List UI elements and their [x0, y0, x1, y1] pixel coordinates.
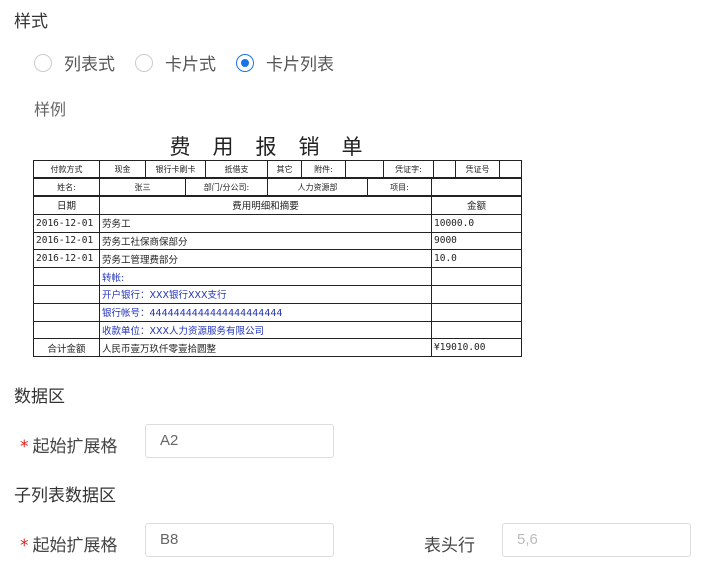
cell: 现金 [99, 160, 146, 178]
table-row: 转帐: [33, 267, 522, 286]
date-cell [33, 284, 100, 304]
sample-document-image: 费用报销单 付款方式 现金 银行卡刷卡 抵借支 其它 附件: 凭证字: 凭证号 … [33, 134, 522, 359]
cell: 其它 [267, 160, 302, 178]
date-cell [33, 302, 100, 322]
amount-cell: 10.0 [431, 249, 522, 269]
date-cell [33, 320, 100, 340]
document-lines-table: 日期 费用明细和摘要 金额 2016-12-01 劳务工 10000.0 201… [33, 196, 522, 358]
date-cell: 2016-12-01 [33, 249, 100, 269]
sublist-start-cell-label-text: 起始扩展格 [32, 536, 118, 556]
style-section-title: 样式 [14, 12, 48, 32]
radio-label: 卡片列表 [266, 55, 334, 75]
document-header-table: 付款方式 现金 银行卡刷卡 抵借支 其它 附件: 凭证字: 凭证号 [33, 160, 522, 178]
radio-circle-icon [135, 53, 153, 72]
sample-label: 样例 [34, 100, 67, 119]
total-text: 人民币壹万玖仟零壹拾圆整 [99, 338, 432, 358]
radio-card-style[interactable]: 卡片式 [135, 50, 216, 75]
start-cell-label-text: 起始扩展格 [32, 437, 118, 457]
total-amount: ¥19010.00 [431, 338, 522, 358]
table-row: 开户银行：XXX银行XXX支行 [33, 284, 522, 304]
header-row-input[interactable]: 5,6 [502, 523, 691, 557]
required-asterisk: * [20, 437, 29, 457]
cell: 人力资源部 [267, 178, 368, 196]
cell: 凭证字: [383, 160, 434, 178]
radio-label: 列表式 [64, 55, 115, 75]
table-row: 收款单位：XXX人力资源服务有限公司 [33, 320, 522, 340]
sublist-start-cell-input[interactable]: B8 [145, 523, 334, 557]
document-title: 费用报销单 [169, 135, 385, 159]
cell: 附件: [301, 160, 346, 178]
amount-cell: 10000.0 [431, 213, 522, 233]
cell [431, 178, 522, 196]
radio-list-style[interactable]: 列表式 [34, 50, 115, 75]
cell [345, 160, 384, 178]
amount-cell [431, 267, 522, 286]
table-row: 银行帐号：4444444444444444444444 [33, 302, 522, 322]
table-row: 2016-12-01 劳务工社保商保部分 9000 [33, 231, 522, 251]
cell: 凭证号 [455, 160, 500, 178]
radio-card-list-style[interactable]: 卡片列表 [236, 50, 334, 75]
amount-cell [431, 320, 522, 340]
amount-cell [431, 302, 522, 322]
cell [499, 160, 522, 178]
style-radio-group: 列表式 卡片式 卡片列表 [34, 50, 354, 75]
sublist-start-cell-label: * 起始扩展格 [20, 531, 118, 556]
cell [433, 160, 456, 178]
desc-cell: 劳务工管理费部分 [99, 249, 432, 269]
radio-circle-icon [34, 53, 52, 72]
column-header: 费用明细和摘要 [99, 196, 432, 215]
total-row: 合计金额 人民币壹万玖仟零壹拾圆整 ¥19010.00 [33, 338, 522, 358]
cell: 抵借支 [205, 160, 268, 178]
cell: 部门/分公司: [185, 178, 268, 196]
cell: 付款方式 [33, 160, 100, 178]
document-info-table: 姓名: 张三 部门/分公司: 人力资源部 项目: [33, 178, 522, 196]
start-cell-input[interactable]: A2 [145, 424, 334, 458]
radio-label: 卡片式 [165, 55, 216, 75]
date-cell: 2016-12-01 [33, 231, 100, 251]
column-header: 金额 [431, 196, 522, 215]
header-row-label: 表头行 [424, 536, 475, 556]
sublist-section-title: 子列表数据区 [14, 486, 116, 506]
amount-cell [431, 284, 522, 304]
date-cell: 2016-12-01 [33, 213, 100, 233]
required-asterisk: * [20, 536, 29, 556]
desc-cell: 收款单位：XXX人力资源服务有限公司 [99, 320, 432, 340]
start-cell-label: * 起始扩展格 [20, 432, 118, 457]
radio-checked-icon [236, 53, 254, 72]
amount-cell: 9000 [431, 231, 522, 251]
cell: 银行卡刷卡 [145, 160, 206, 178]
table-row: 2016-12-01 劳务工 10000.0 [33, 213, 522, 233]
table-row: 2016-12-01 劳务工管理费部分 10.0 [33, 249, 522, 269]
column-header: 日期 [33, 196, 100, 215]
desc-cell: 转帐: [99, 267, 432, 286]
cell: 姓名: [33, 178, 100, 196]
cell: 张三 [99, 178, 186, 196]
desc-cell: 劳务工社保商保部分 [99, 231, 432, 251]
data-section-title: 数据区 [14, 387, 65, 407]
desc-cell: 银行帐号：4444444444444444444444 [99, 302, 432, 322]
desc-cell: 劳务工 [99, 213, 432, 233]
cell: 项目: [367, 178, 432, 196]
total-label: 合计金额 [33, 338, 100, 358]
date-cell [33, 267, 100, 286]
desc-cell: 开户银行：XXX银行XXX支行 [99, 284, 432, 304]
